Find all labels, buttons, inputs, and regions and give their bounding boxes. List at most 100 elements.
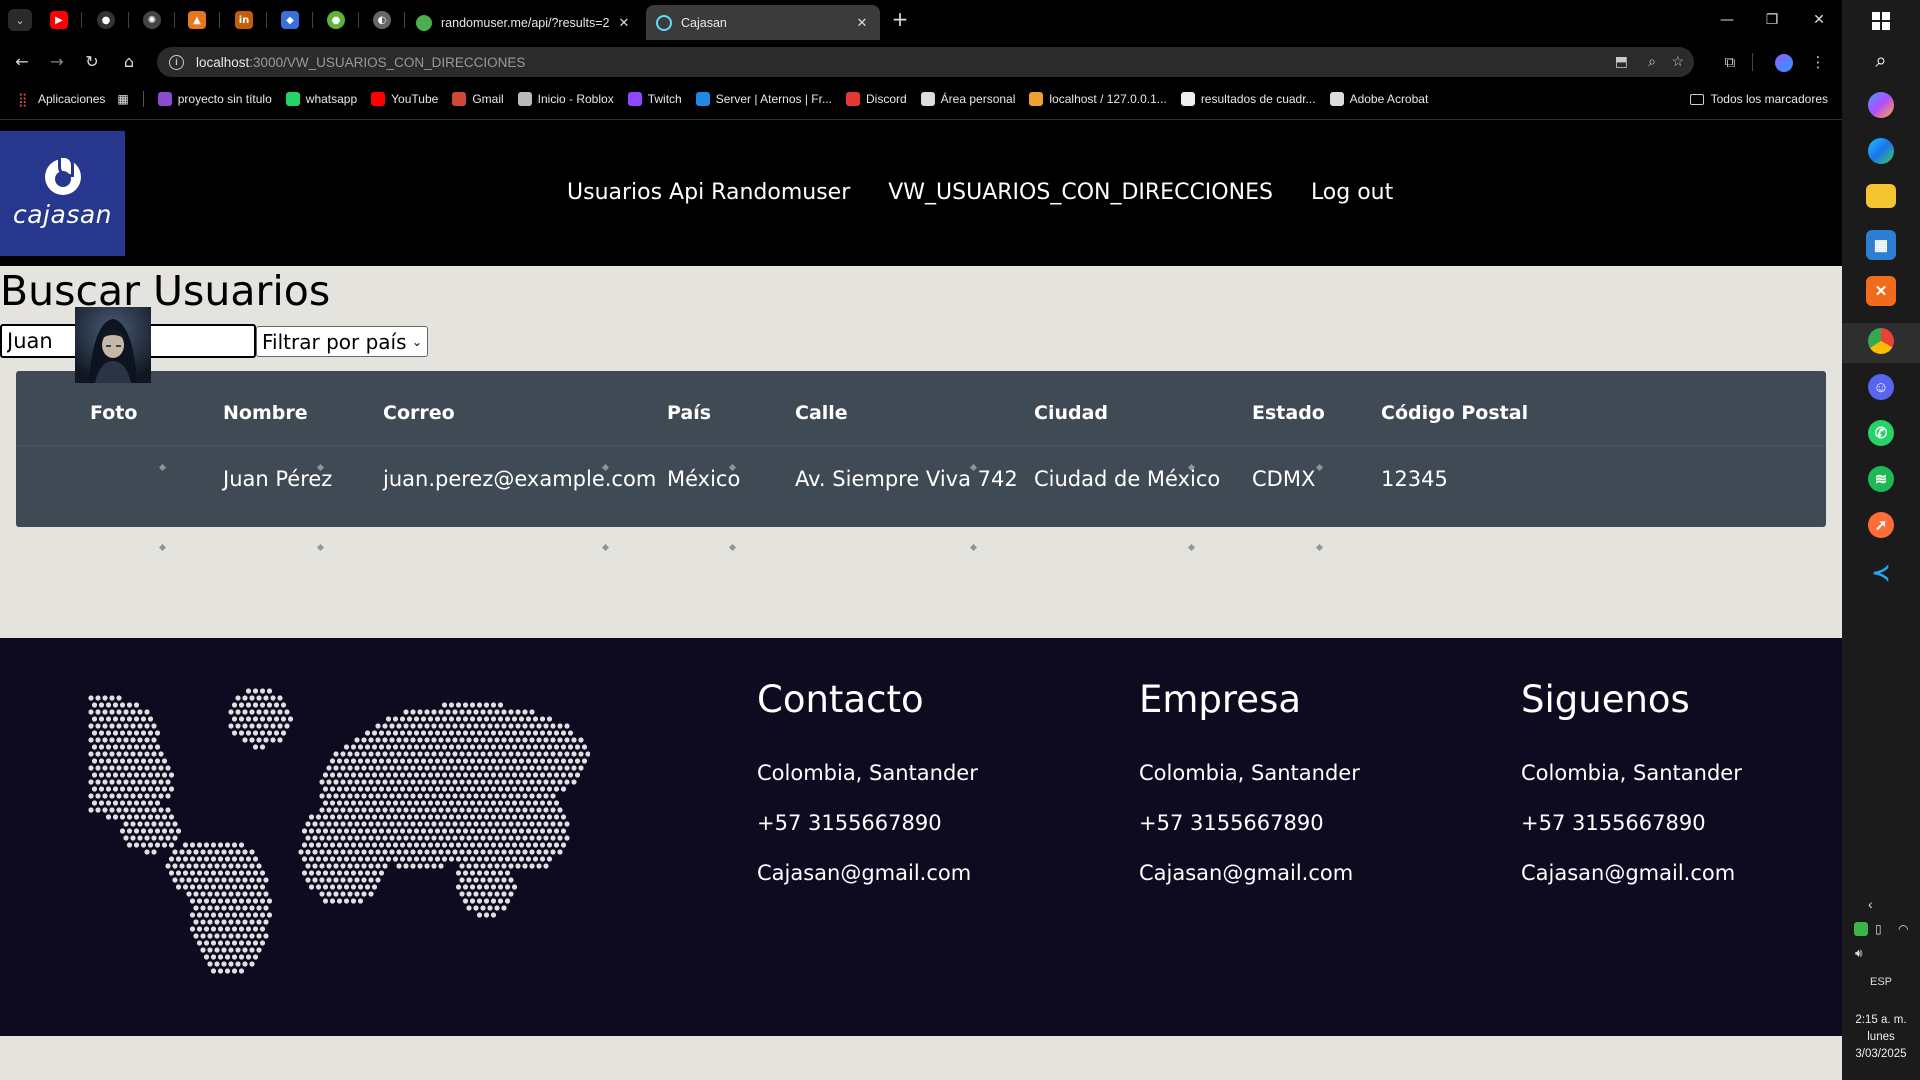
- spotify-icon[interactable]: ≋: [1868, 466, 1894, 492]
- home-button[interactable]: ⌂: [117, 50, 141, 74]
- whatsapp-icon[interactable]: ✆: [1868, 420, 1894, 446]
- openai-pinned-tab[interactable]: ✺: [143, 11, 161, 29]
- map-dot: [238, 730, 245, 736]
- tab-cajasan[interactable]: Cajasan ✕: [646, 5, 880, 40]
- windows-start-icon[interactable]: [1866, 6, 1896, 36]
- map-dot: [406, 828, 413, 834]
- map-dot: [420, 758, 427, 764]
- map-dot: [200, 849, 206, 855]
- file-explorer-icon[interactable]: [1866, 184, 1896, 208]
- map-dot: [126, 842, 133, 848]
- tab-randomuser[interactable]: randomuser.me/api/?results=2 ✕: [406, 5, 642, 40]
- map-dot: [459, 835, 465, 841]
- map-dot: [560, 772, 567, 778]
- bookmark-item[interactable]: YouTube: [371, 92, 438, 106]
- install-app-icon[interactable]: ⬒: [1615, 53, 1628, 70]
- footer-siguenos-email[interactable]: Cajasan@gmail.com: [1521, 860, 1735, 886]
- map-dot: [312, 849, 318, 855]
- edge-icon[interactable]: [1868, 138, 1894, 164]
- bookmark-item[interactable]: Server | Aternos | Fr...: [695, 92, 832, 106]
- map-dot: [347, 765, 353, 771]
- grey-pinned-tab[interactable]: ◐: [373, 11, 391, 29]
- map-dot: [256, 905, 262, 911]
- all-bookmarks-folder[interactable]: Todos los marcadores: [1689, 86, 1828, 112]
- bookmark-star-icon[interactable]: ☆: [1671, 53, 1684, 70]
- footer-title-siguenos: Siguenos: [1521, 678, 1690, 721]
- map-dot: [130, 737, 136, 743]
- nav-usuarios-api[interactable]: Usuarios Api Randomuser: [567, 180, 850, 205]
- language-indicator[interactable]: ESP: [1842, 976, 1920, 988]
- browser-menu-icon[interactable]: ⋮: [1806, 50, 1830, 74]
- copilot-icon[interactable]: [1868, 92, 1894, 118]
- map-dot: [343, 870, 350, 876]
- bookmark-item[interactable]: Inicio - Roblox: [517, 92, 614, 106]
- map-dot: [319, 793, 325, 799]
- postman-icon[interactable]: ➚: [1868, 512, 1894, 538]
- discord-icon[interactable]: ☺: [1868, 374, 1894, 400]
- bookmark-item[interactable]: whatsapp: [285, 92, 357, 106]
- restore-button[interactable]: ❐: [1759, 8, 1785, 32]
- map-dot: [490, 730, 497, 736]
- microsoft-store-icon[interactable]: ▦: [1866, 230, 1896, 260]
- address-bar[interactable]: i localhost:3000/VW_USUARIOS_CON_DIRECCI…: [157, 47, 1694, 77]
- bookmark-item[interactable]: resultados de cuadr...: [1180, 92, 1316, 106]
- bookmark-item[interactable]: Adobe Acrobat: [1329, 92, 1428, 106]
- minimize-button[interactable]: —: [1714, 8, 1740, 32]
- nav-logout[interactable]: Log out: [1311, 180, 1393, 205]
- taskbar-clock[interactable]: 2:15 a. m. lunes 3/03/2025: [1842, 1012, 1920, 1063]
- new-tab-button[interactable]: +: [888, 8, 912, 32]
- close-tab-icon[interactable]: ✕: [854, 15, 870, 31]
- map-dot: [200, 905, 206, 911]
- profile-avatar-icon[interactable]: [1772, 50, 1796, 74]
- reload-button[interactable]: ↻: [80, 50, 104, 74]
- footer-contacto-email[interactable]: Cajasan@gmail.com: [757, 860, 971, 886]
- map-dot: [455, 786, 462, 792]
- tab-search-button[interactable]: ⌄: [8, 9, 32, 31]
- bookmark-item[interactable]: Gmail: [452, 92, 504, 106]
- map-dot: [147, 842, 154, 848]
- map-dot: [487, 877, 493, 883]
- bookmark-item[interactable]: Área personal: [920, 92, 1015, 106]
- site-info-icon[interactable]: i: [169, 54, 184, 70]
- search-icon[interactable]: ⌕: [1866, 46, 1896, 76]
- github-pinned-tab[interactable]: ●: [97, 11, 115, 29]
- forward-button[interactable]: →: [45, 50, 69, 74]
- map-dot: [532, 772, 539, 778]
- extensions-icon[interactable]: ⧉: [1718, 50, 1742, 74]
- battery-icon[interactable]: ▯: [1875, 922, 1882, 936]
- tab-groups-icon[interactable]: ▦: [117, 92, 128, 106]
- zoom-icon[interactable]: ⌕: [1648, 53, 1656, 70]
- nav-vw-usuarios[interactable]: VW_USUARIOS_CON_DIRECCIONES: [888, 180, 1273, 205]
- xampp-icon[interactable]: ✕: [1866, 276, 1896, 306]
- orange-pinned-tab[interactable]: ▲: [188, 11, 206, 29]
- volume-icon[interactable]: 🔊︎: [1855, 946, 1863, 961]
- close-tab-icon[interactable]: ✕: [616, 15, 632, 31]
- close-window-button[interactable]: ✕: [1806, 8, 1832, 32]
- footer-empresa-email[interactable]: Cajasan@gmail.com: [1139, 860, 1353, 886]
- bookmark-item[interactable]: localhost / 127.0.0.1...: [1029, 92, 1167, 106]
- map-dot: [375, 793, 381, 799]
- wifi-icon[interactable]: ◠: [1898, 922, 1908, 936]
- in-pinned-tab[interactable]: in: [235, 11, 253, 29]
- country-filter-select[interactable]: Filtrar por país ⌄: [256, 326, 428, 357]
- map-dot: [319, 891, 325, 897]
- map-dot: [539, 842, 546, 848]
- green-pinned-tab[interactable]: ●: [327, 11, 345, 29]
- map-dot: [462, 898, 469, 904]
- medal-pinned-tab[interactable]: ◆: [281, 11, 299, 29]
- bookmark-item[interactable]: Twitch: [627, 92, 682, 106]
- youtube-pinned-tab[interactable]: ▶: [50, 11, 68, 29]
- map-dot: [480, 737, 486, 743]
- bookmark-item[interactable]: ⣿ Aplicaciones ▦: [18, 92, 129, 107]
- cajasan-logo[interactable]: cajasan: [0, 131, 125, 256]
- map-dot: [532, 744, 539, 750]
- bookmark-item[interactable]: proyecto sin título: [157, 92, 272, 106]
- map-dot: [364, 730, 371, 736]
- chrome-icon[interactable]: [1868, 328, 1894, 354]
- bookmark-item[interactable]: Discord: [845, 92, 907, 106]
- map-dot: [501, 779, 507, 785]
- tray-app-icon[interactable]: [1854, 922, 1868, 936]
- chevron-left-icon[interactable]: ‹: [1868, 896, 1873, 912]
- vscode-icon[interactable]: ≺: [1866, 558, 1896, 588]
- back-button[interactable]: ←: [10, 50, 34, 74]
